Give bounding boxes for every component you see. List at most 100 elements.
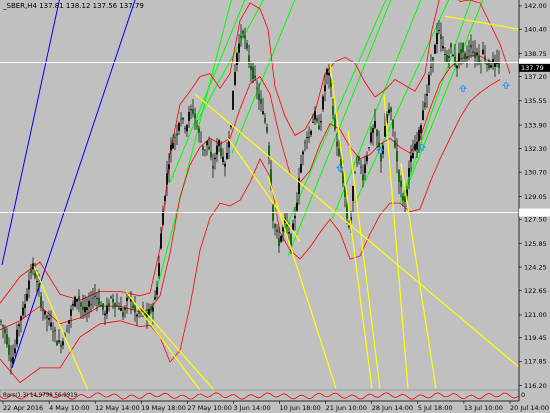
candle-body[interactable]	[482, 49, 484, 55]
candle-body[interactable]	[2, 325, 4, 327]
candle-body[interactable]	[352, 186, 354, 202]
candle-body[interactable]	[180, 118, 182, 120]
candle-body[interactable]	[292, 223, 294, 231]
candle-body[interactable]	[118, 307, 120, 310]
candle-body[interactable]	[332, 106, 334, 115]
candle-body[interactable]	[432, 57, 434, 61]
candle-body[interactable]	[428, 74, 430, 86]
candle-body[interactable]	[408, 167, 410, 177]
candle-body[interactable]	[20, 316, 22, 321]
candle-body[interactable]	[360, 166, 362, 168]
candle-body[interactable]	[254, 75, 256, 79]
candle-body[interactable]	[262, 111, 264, 114]
candle-body[interactable]	[318, 125, 320, 130]
candle-body[interactable]	[30, 269, 32, 273]
candle-body[interactable]	[486, 63, 488, 65]
candle-body[interactable]	[112, 298, 114, 303]
candle-body[interactable]	[200, 141, 202, 143]
candle-body[interactable]	[218, 140, 220, 147]
candle-body[interactable]	[396, 150, 398, 162]
candle-body[interactable]	[412, 152, 414, 159]
candle-body[interactable]	[80, 302, 82, 307]
candle-body[interactable]	[58, 340, 60, 343]
candle-body[interactable]	[464, 53, 466, 60]
candle-body[interactable]	[338, 148, 340, 156]
candle-body[interactable]	[124, 308, 126, 310]
candle-body[interactable]	[96, 297, 98, 299]
candle-body[interactable]	[122, 312, 124, 317]
candle-body[interactable]	[366, 156, 368, 162]
candle-body[interactable]	[252, 66, 254, 79]
candle-body[interactable]	[400, 180, 402, 187]
candle-body[interactable]	[60, 344, 62, 347]
candle-body[interactable]	[216, 145, 218, 155]
candle-body[interactable]	[10, 357, 12, 362]
candle-body[interactable]	[204, 149, 206, 151]
candle-body[interactable]	[4, 328, 6, 334]
candle-body[interactable]	[232, 90, 234, 110]
candle-body[interactable]	[336, 141, 338, 147]
candle-body[interactable]	[196, 125, 198, 127]
candle-body[interactable]	[150, 307, 152, 311]
candle-body[interactable]	[234, 72, 236, 85]
candle-body[interactable]	[120, 308, 122, 311]
candle-body[interactable]	[438, 30, 440, 31]
candle-body[interactable]	[308, 136, 310, 139]
candle-body[interactable]	[88, 300, 90, 307]
candle-body[interactable]	[38, 283, 40, 289]
candle-body[interactable]	[166, 173, 168, 185]
candle-body[interactable]	[446, 54, 448, 63]
candle-body[interactable]	[394, 140, 396, 148]
candle-body[interactable]	[490, 65, 492, 68]
candle-body[interactable]	[40, 296, 42, 307]
candle-body[interactable]	[466, 57, 468, 59]
candle-body[interactable]	[162, 211, 164, 226]
candle-body[interactable]	[102, 303, 104, 310]
candle-body[interactable]	[346, 203, 348, 219]
candle-body[interactable]	[156, 287, 158, 295]
candle-body[interactable]	[8, 344, 10, 355]
candle-body[interactable]	[214, 157, 216, 160]
candle-body[interactable]	[296, 202, 298, 211]
candle-body[interactable]	[100, 305, 102, 307]
candle-body[interactable]	[198, 128, 200, 133]
candle-body[interactable]	[236, 53, 238, 65]
candle-body[interactable]	[250, 65, 252, 70]
candle-body[interactable]	[212, 165, 214, 169]
candle-body[interactable]	[154, 297, 156, 300]
candle-body[interactable]	[238, 43, 240, 53]
candle-body[interactable]	[176, 133, 178, 136]
candle-body[interactable]	[304, 142, 306, 144]
candle-body[interactable]	[280, 236, 282, 242]
candle-body[interactable]	[82, 306, 84, 311]
candle-body[interactable]	[50, 322, 52, 327]
candle-body[interactable]	[414, 143, 416, 151]
candle-body[interactable]	[110, 296, 112, 298]
candle-body[interactable]	[66, 330, 68, 331]
candle-body[interactable]	[178, 122, 180, 131]
candle-body[interactable]	[266, 126, 268, 132]
candle-body[interactable]	[456, 65, 458, 69]
candle-body[interactable]	[402, 196, 404, 201]
candle-body[interactable]	[376, 129, 378, 137]
candle-body[interactable]	[92, 297, 94, 299]
candle-body[interactable]	[434, 44, 436, 54]
candle-body[interactable]	[430, 66, 432, 68]
candle-body[interactable]	[116, 305, 118, 306]
candle-body[interactable]	[132, 305, 134, 308]
candle-body[interactable]	[300, 164, 302, 173]
candle-body[interactable]	[32, 263, 34, 270]
candle-body[interactable]	[462, 42, 464, 53]
candle-body[interactable]	[364, 164, 366, 174]
candle-body[interactable]	[306, 137, 308, 138]
candle-body[interactable]	[316, 118, 318, 122]
candle-body[interactable]	[108, 303, 110, 307]
candle-body[interactable]	[452, 55, 454, 57]
candle-body[interactable]	[22, 307, 24, 316]
candle-body[interactable]	[46, 315, 48, 319]
candle-body[interactable]	[398, 170, 400, 182]
candle-body[interactable]	[320, 121, 322, 123]
candle-body[interactable]	[86, 307, 88, 311]
candle-body[interactable]	[72, 303, 74, 306]
candle-body[interactable]	[36, 281, 38, 282]
